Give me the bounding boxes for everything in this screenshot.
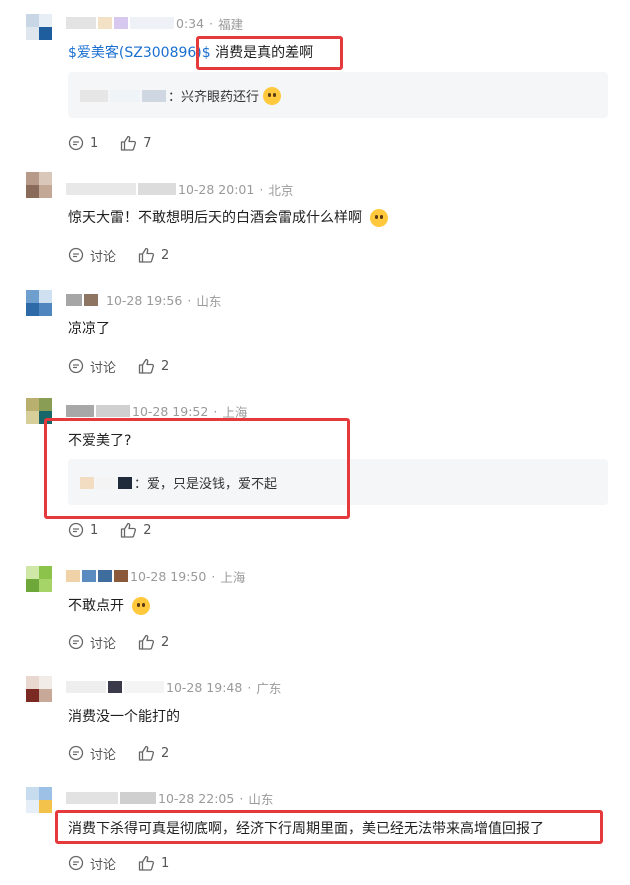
- comment-meta: 10-28 19:56 · 山东: [66, 291, 221, 309]
- comment-location: 北京: [268, 182, 294, 198]
- like-button[interactable]: 2: [138, 358, 169, 374]
- chat-bubble-icon: [68, 745, 84, 761]
- discuss-label: 讨论: [90, 857, 117, 873]
- thumbs-up-icon: [138, 358, 155, 374]
- reply-box[interactable]: ：兴齐眼药还行: [68, 72, 608, 118]
- discuss-button[interactable]: 讨论: [68, 744, 116, 763]
- thumbs-up-icon: [138, 247, 155, 263]
- like-count: 2: [161, 247, 170, 263]
- comment-meta: 10-28 19:48 · 广东: [66, 678, 281, 696]
- comment-location: 山东: [248, 791, 274, 807]
- discuss-label: 讨论: [90, 636, 117, 652]
- comment-time: 10-28 19:56: [106, 292, 183, 308]
- discuss-button[interactable]: 讨论: [68, 357, 116, 376]
- thumbs-up-icon: [138, 745, 155, 761]
- chat-bubble-icon: [68, 855, 84, 871]
- like-button[interactable]: 2: [138, 247, 169, 263]
- comment-location: 山东: [196, 293, 222, 309]
- comment-actions: 1 2: [68, 520, 174, 540]
- comment-meta: 0:34 · 福建: [66, 14, 243, 32]
- like-count: 2: [161, 634, 170, 650]
- chat-bubble-icon: [68, 358, 84, 374]
- discuss-label: 讨论: [90, 747, 117, 763]
- highlight-box: [196, 36, 343, 70]
- comment-text: 消费没一个能打的: [68, 706, 180, 726]
- discuss-count: 1: [90, 522, 99, 538]
- highlight-box: [44, 418, 350, 519]
- comment-actions: 1 7: [68, 133, 174, 153]
- comment-body: 惊天大雷！不敢想明后天的白酒会雷成什么样啊: [68, 210, 362, 226]
- comment-body: 不敢点开: [68, 598, 124, 614]
- thumbs-up-icon: [138, 634, 155, 650]
- thumbs-up-icon: [121, 135, 137, 151]
- comment-body: 凉凉了: [68, 321, 110, 337]
- comment-time: 10-28 20:01: [178, 181, 255, 197]
- comment-time: 10-28 19:50: [130, 568, 207, 584]
- avatar[interactable]: [26, 566, 52, 592]
- discuss-button[interactable]: 讨论: [68, 633, 116, 652]
- comment-location: 上海: [220, 569, 246, 585]
- like-count: 2: [161, 358, 170, 374]
- discuss-button[interactable]: 讨论: [68, 854, 116, 873]
- thumbs-up-icon: [138, 855, 155, 871]
- discuss-label: 讨论: [90, 249, 117, 265]
- like-count: 2: [143, 522, 152, 538]
- comment-actions: 讨论 2: [68, 245, 191, 265]
- discuss-button[interactable]: 1: [68, 135, 98, 151]
- avatar[interactable]: [26, 787, 52, 813]
- avatar[interactable]: [26, 290, 52, 316]
- like-button[interactable]: 7: [120, 135, 152, 151]
- chat-bubble-icon: [68, 522, 84, 538]
- comment-actions: 讨论 2: [68, 632, 191, 652]
- comment-text: 不敢点开: [68, 595, 151, 615]
- comment-body: 消费没一个能打的: [68, 709, 180, 725]
- comment-time: 0:34: [176, 15, 205, 31]
- stock-link[interactable]: $爱美客(SZ300896)$: [68, 45, 211, 61]
- comment-location: 福建: [218, 16, 244, 32]
- avatar[interactable]: [26, 676, 52, 702]
- like-button[interactable]: 2: [138, 634, 169, 650]
- comment-time: 10-28 22:05: [158, 790, 235, 806]
- like-button[interactable]: 2: [120, 522, 152, 538]
- comment-meta: 10-28 19:50 · 上海: [66, 567, 245, 585]
- highlight-box: [55, 810, 603, 844]
- comment-text: 凉凉了: [68, 318, 110, 338]
- comment-meta: 10-28 22:05 · 山东: [66, 789, 273, 807]
- avatar[interactable]: [26, 172, 52, 198]
- discuss-count: 1: [90, 135, 99, 151]
- comment-actions: 讨论 1: [68, 853, 191, 873]
- chat-bubble-icon: [68, 247, 84, 263]
- like-button[interactable]: 2: [138, 745, 169, 761]
- comment-location: 广东: [256, 680, 282, 696]
- comment-actions: 讨论 2: [68, 743, 191, 763]
- like-count: 7: [143, 135, 152, 151]
- laugh-cry-emoji: [132, 597, 151, 615]
- thumbs-up-icon: [121, 522, 137, 538]
- reply-text: ：兴齐眼药还行: [168, 90, 260, 105]
- like-button[interactable]: 1: [138, 855, 169, 871]
- shocked-emoji: [370, 209, 389, 227]
- discuss-button[interactable]: 1: [68, 522, 98, 538]
- comment-time: 10-28 19:52: [132, 403, 209, 419]
- comment-actions: 讨论 2: [68, 356, 191, 376]
- grinning-sweat-emoji: [263, 86, 282, 105]
- discuss-label: 讨论: [90, 360, 117, 376]
- like-count: 1: [161, 855, 170, 871]
- comment-meta: 10-28 20:01 · 北京: [66, 180, 293, 198]
- chat-bubble-icon: [68, 634, 84, 650]
- chat-bubble-icon: [68, 135, 84, 151]
- discuss-button[interactable]: 讨论: [68, 246, 116, 265]
- comment-text: 惊天大雷！不敢想明后天的白酒会雷成什么样啊: [68, 207, 389, 227]
- comment-time: 10-28 19:48: [166, 679, 243, 695]
- avatar[interactable]: [26, 14, 52, 40]
- like-count: 2: [161, 745, 170, 761]
